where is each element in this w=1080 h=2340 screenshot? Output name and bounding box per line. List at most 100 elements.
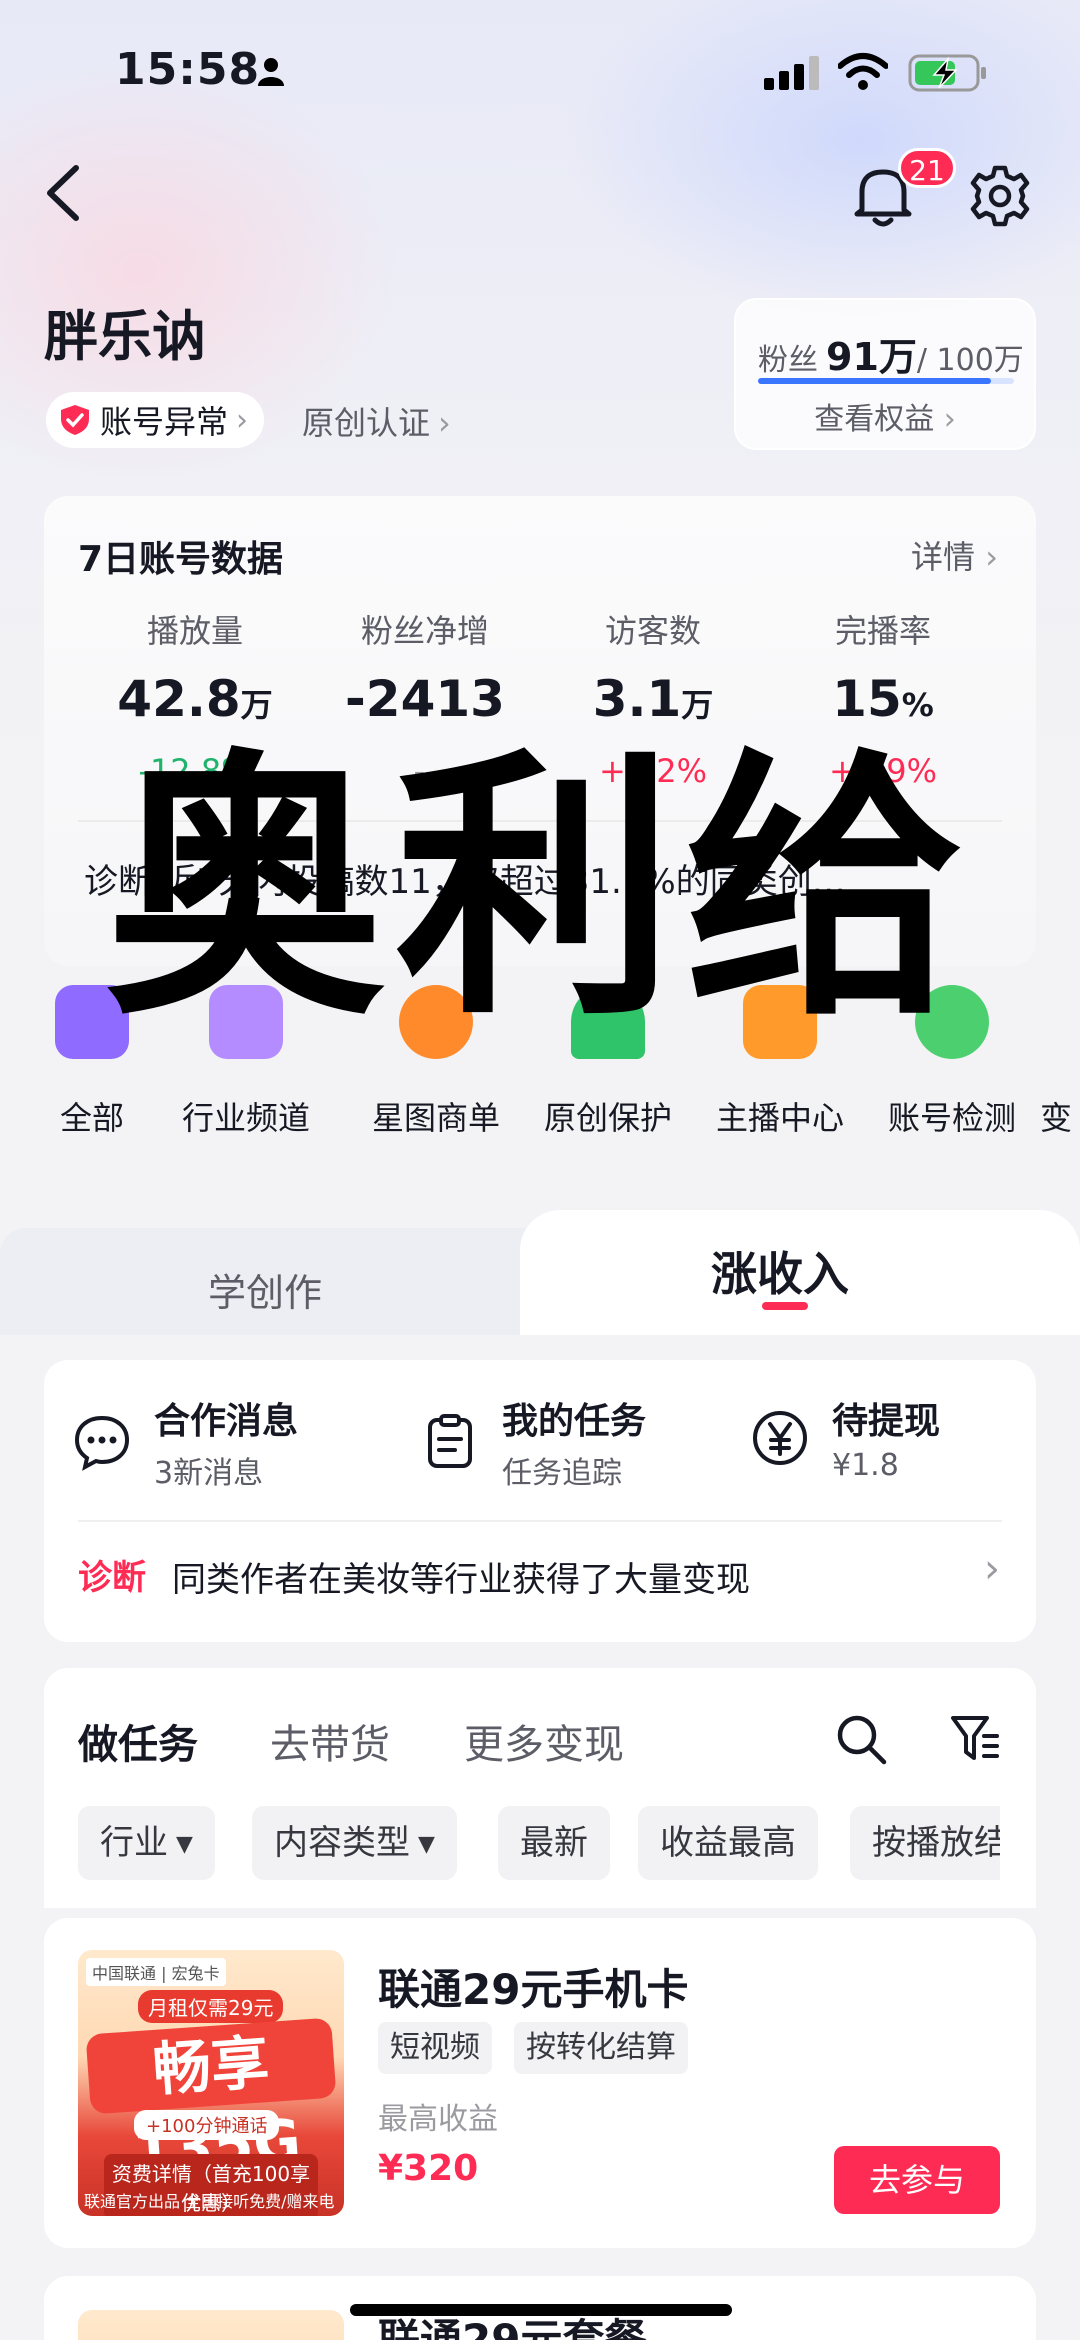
filter-latest[interactable]: 最新 — [498, 1806, 610, 1880]
product-image-calls: +100分钟通话 — [134, 2110, 280, 2140]
chip-label: 收益最高 — [660, 1823, 796, 1863]
diagnosis-tag: 诊断 — [78, 1558, 146, 1598]
fans-total: / 100万 — [916, 343, 1024, 378]
view-rights-link[interactable]: 查看权益 › — [736, 394, 1034, 438]
yen-icon — [753, 1410, 807, 1465]
chat-icon — [74, 1415, 130, 1471]
metric-value: 42.8万 — [80, 670, 310, 728]
task-tag: 短视频 — [378, 2022, 492, 2074]
diagnosis-text[interactable]: 同类作者在美妆等行业获得了大量变现 — [172, 1552, 750, 1601]
task-card[interactable]: 中国联通 | 宏兔卡 月租仅需29元 畅享135G +100分钟通话 资费详情（… — [44, 1918, 1036, 2248]
metric-value: 3.1万 — [538, 670, 768, 728]
tab-learn-creation[interactable]: 学创作 — [0, 1262, 530, 1317]
product-image: 中国联通 | 宏兔卡 月租仅需29元 畅享135G +100分钟通话 资费详情（… — [78, 1950, 344, 2216]
tab-grow-income[interactable]: 涨收入 — [560, 1238, 1000, 1304]
tab-do-tasks[interactable]: 做任务 — [78, 1712, 198, 1770]
product-image-footer: 联通官方出品 全国接听免费/赠来电显示 — [84, 2192, 335, 2211]
overlay-text: 奥利给 — [105, 727, 975, 1053]
back-icon[interactable] — [40, 162, 86, 224]
chip-label: 最新 — [520, 1823, 588, 1863]
shortcut-sub: 任务追踪 — [502, 1456, 622, 1491]
filter-highest-earnings[interactable]: 收益最高 — [638, 1806, 818, 1880]
shortcut-sub: 3新消息 — [154, 1456, 264, 1491]
shield-icon — [61, 405, 89, 435]
chip-label: 内容类型 — [274, 1823, 410, 1863]
metric-label: 播放量 — [146, 612, 243, 650]
fans-progress-bar — [758, 378, 1014, 384]
shortcut-sub: ¥1.8 — [832, 1448, 899, 1483]
active-tab-indicator — [762, 1302, 808, 1310]
original-label: 原创认证 — [302, 404, 431, 442]
stats-detail-link[interactable]: 详情 › — [911, 532, 998, 578]
shortcut-pending-withdraw[interactable]: 待提现 ¥1.8 — [750, 1392, 940, 1483]
earnings-label: 最高收益 — [378, 2102, 498, 2137]
metric-unit: % — [901, 686, 934, 724]
metric-number: 3.1 — [592, 670, 682, 728]
metric-number: 42.8 — [117, 670, 241, 728]
metric-unit: 万 — [240, 686, 273, 724]
shortcut-title: 待提现 — [832, 1401, 941, 1442]
wifi-icon — [838, 53, 888, 90]
chevron-right-icon: › — [943, 402, 956, 437]
tab-sell-goods[interactable]: 去带货 — [270, 1712, 390, 1770]
notification-badge: 21 — [898, 148, 956, 188]
tasks-card: 做任务 去带货 更多变现 行业 ▼ 内容类型 ▼ 最新 收益最高 按播放结 — [44, 1668, 1036, 1908]
rights-label: 查看权益 — [814, 402, 935, 437]
gear-icon[interactable] — [968, 164, 1032, 228]
task-title: 联通29元手机卡 — [378, 1965, 689, 2014]
filter-icon[interactable] — [950, 1712, 1000, 1766]
chevron-right-icon[interactable]: › — [984, 1546, 1000, 1592]
home-indicator — [350, 2304, 732, 2316]
divider — [78, 1520, 1002, 1522]
fans-value: 91万 — [826, 335, 917, 379]
shortcut-my-tasks[interactable]: 我的任务 任务追踪 — [420, 1392, 646, 1492]
metric-value: -2413 — [310, 670, 540, 728]
shortcut-cooperation-messages[interactable]: 合作消息 3新消息 — [72, 1392, 298, 1492]
account-abnormal-tag[interactable]: 账号异常 › — [46, 392, 265, 448]
fans-progress-fill — [758, 378, 991, 384]
person-icon — [258, 58, 284, 86]
fans-card[interactable]: 粉丝 91万/ 100万 查看权益 › — [734, 298, 1036, 450]
product-image-brand: 中国联通 | 宏兔卡 — [86, 1958, 226, 1986]
product-image-month: 月租仅需29元 — [138, 1990, 284, 2023]
filter-industry[interactable]: 行业 ▼ — [78, 1806, 215, 1880]
fans-label: 粉丝 — [758, 343, 818, 378]
tab-bar: 学创作 涨收入 — [0, 1210, 1080, 1360]
chip-label: 按播放结 — [872, 1823, 1000, 1863]
metric-label: 完播率 — [834, 612, 931, 650]
caret-down-icon: ▼ — [176, 1831, 193, 1857]
metric-label: 访客数 — [604, 612, 701, 650]
chevron-right-icon: › — [236, 402, 249, 438]
metric-value: 15% — [768, 670, 998, 728]
fans-line: 粉丝 91万/ 100万 — [758, 326, 1024, 381]
task-icon — [428, 1414, 472, 1468]
chip-label: 行业 — [100, 1823, 168, 1863]
battery-icon — [908, 54, 986, 92]
filter-by-plays[interactable]: 按播放结 — [850, 1806, 1000, 1880]
filter-content-type[interactable]: 内容类型 ▼ — [252, 1806, 457, 1880]
abnormal-label: 账号异常 — [100, 403, 229, 441]
shortcut-card: 合作消息 3新消息 我的任务 任务追踪 待提现 ¥1.8 诊断 同类作者在美妆等… — [44, 1360, 1036, 1642]
stats-title: 7日账号数据 — [78, 539, 284, 580]
shortcut-title: 我的任务 — [502, 1401, 647, 1442]
chevron-right-icon: › — [438, 404, 451, 442]
metric-number: -2413 — [345, 670, 505, 728]
product-image — [78, 2310, 344, 2340]
metric-label: 粉丝净增 — [360, 612, 489, 650]
join-button[interactable]: 去参与 — [834, 2146, 1000, 2214]
task-tag: 按转化结算 — [514, 2022, 688, 2074]
shortcut-title: 合作消息 — [154, 1401, 299, 1442]
metric-number: 15 — [832, 670, 902, 728]
search-icon[interactable] — [834, 1712, 888, 1766]
tab-more-monetize[interactable]: 更多变现 — [464, 1712, 624, 1770]
detail-label: 详情 — [911, 538, 976, 576]
status-time: 15:58 — [115, 44, 261, 95]
metric-unit: 万 — [681, 686, 714, 724]
chevron-right-icon: › — [985, 538, 998, 576]
user-name: 胖乐讷 — [44, 305, 206, 368]
signal-icon — [764, 56, 819, 90]
product-image-headline: 畅享135G — [85, 2017, 337, 2186]
caret-down-icon: ▼ — [418, 1831, 435, 1857]
original-certification-link[interactable]: 原创认证 › — [302, 398, 451, 444]
earnings-value: ¥320 — [378, 2148, 479, 2189]
